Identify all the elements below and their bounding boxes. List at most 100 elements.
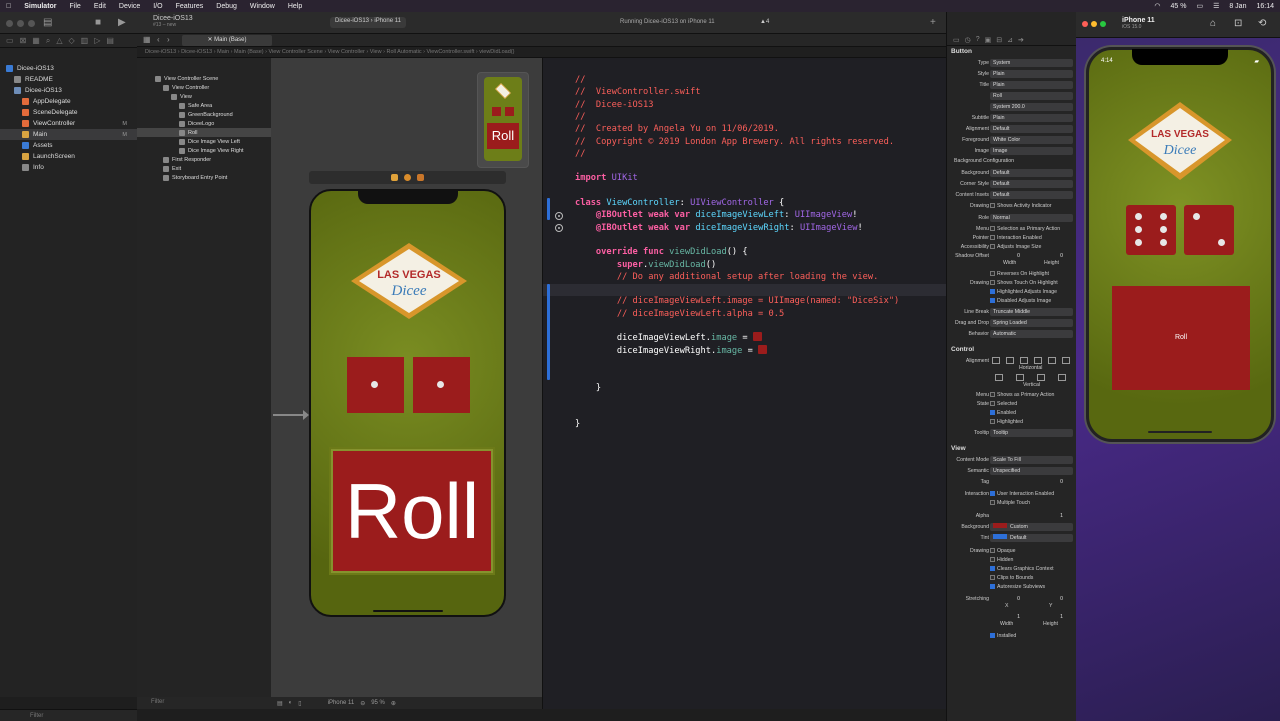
background-row[interactable]: Background Custom bbox=[947, 523, 1077, 532]
folder-icon[interactable]: ▭ bbox=[6, 36, 14, 45]
checkbox-icon[interactable] bbox=[990, 280, 995, 285]
checkbox-icon[interactable] bbox=[990, 500, 995, 505]
inspector-field[interactable]: Background Default bbox=[947, 169, 1077, 178]
stretching-x[interactable]: 0 bbox=[990, 595, 1030, 603]
inspector-field-value[interactable]: Roll bbox=[990, 92, 1073, 100]
code-line[interactable]: // Created by Angela Yu on 11/06/2019. bbox=[575, 123, 779, 135]
checkbox-icon[interactable] bbox=[990, 584, 995, 589]
inspector-check[interactable]: Clips to Bounds bbox=[947, 574, 1077, 583]
inspector-field-value[interactable]: System 200.0 bbox=[990, 103, 1073, 111]
device-selector[interactable]: iPhone 11 bbox=[328, 700, 355, 706]
outline-filter[interactable]: Filter bbox=[137, 697, 271, 709]
shadow-offset-height[interactable]: 0 bbox=[1033, 252, 1073, 260]
roll-button-frame[interactable]: Roll bbox=[329, 447, 495, 575]
code-line[interactable]: // diceImageViewLeft.image = UIImage(nam… bbox=[575, 295, 899, 307]
code-line[interactable]: diceImageViewRight.image = bbox=[575, 344, 768, 357]
inspector-check-checkbox[interactable]: Disabled Adjusts Image bbox=[990, 298, 1051, 304]
navigator-filter[interactable]: Filter bbox=[0, 709, 137, 721]
menu-file[interactable]: File bbox=[70, 3, 81, 10]
inspector-field[interactable]: Line Break Truncate Middle bbox=[947, 308, 1077, 317]
checkbox-icon[interactable] bbox=[990, 557, 995, 562]
inspector-field[interactable]: Foreground White Color bbox=[947, 136, 1077, 145]
roll-button[interactable]: Roll bbox=[333, 451, 491, 571]
sim-roll-button[interactable]: Roll bbox=[1112, 286, 1250, 390]
dice-image-view-left[interactable] bbox=[347, 357, 404, 413]
menu-io[interactable]: I/O bbox=[153, 3, 162, 10]
outlet-connection-icon[interactable] bbox=[555, 212, 563, 220]
inspector-check[interactable]: Pointer Interaction Enabled bbox=[947, 234, 1077, 243]
code-line[interactable]: // bbox=[575, 74, 585, 86]
checkbox-icon[interactable] bbox=[990, 392, 995, 397]
dice-image-view-right[interactable] bbox=[413, 357, 470, 413]
issue-icon[interactable]: △ bbox=[56, 36, 62, 45]
checkbox-icon[interactable] bbox=[990, 271, 995, 276]
inspector-check[interactable]: Highlighted Adjusts Image bbox=[947, 288, 1077, 297]
sim-home-indicator[interactable] bbox=[1148, 431, 1212, 433]
wifi-icon[interactable]: ◠ bbox=[1154, 2, 1160, 10]
code-line[interactable]: @IBOutlet weak var diceImageViewRight: U… bbox=[575, 222, 863, 234]
inspector-field-value[interactable]: Truncate Middle bbox=[990, 308, 1073, 316]
warning-count[interactable]: ▲4 bbox=[760, 19, 769, 25]
tint-row[interactable]: Tint Default bbox=[947, 534, 1077, 543]
alignment-option-icon[interactable] bbox=[1006, 357, 1014, 364]
alpha-value[interactable]: 1 bbox=[990, 512, 1073, 520]
sidebar-toggle-icon[interactable]: ▤ bbox=[43, 17, 52, 28]
inspector-check[interactable]: Menu Selection as Primary Action bbox=[947, 225, 1077, 234]
outline-item[interactable]: First Responder bbox=[137, 155, 271, 164]
code-line[interactable]: // bbox=[575, 111, 585, 123]
sim-close-button[interactable] bbox=[1082, 21, 1088, 27]
checkbox-icon[interactable] bbox=[990, 289, 995, 294]
inspector-check[interactable]: Multiple Touch bbox=[947, 499, 1077, 508]
code-line[interactable]: class ViewController: UIViewController { bbox=[575, 197, 784, 209]
device-icon[interactable]: ▯ bbox=[298, 700, 301, 707]
navigator-item[interactable]: Info bbox=[0, 162, 137, 173]
inspector-field-value[interactable]: Default bbox=[990, 169, 1073, 177]
inspector-check-checkbox[interactable]: Multiple Touch bbox=[990, 500, 1030, 506]
breakpoint-icon[interactable]: ▷ bbox=[94, 36, 100, 45]
checkbox-icon[interactable] bbox=[990, 203, 995, 208]
checkbox-icon[interactable] bbox=[990, 548, 995, 553]
checkbox-icon[interactable] bbox=[990, 633, 995, 638]
outline-item[interactable]: Storyboard Entry Point bbox=[137, 173, 271, 182]
home-icon[interactable]: ⌂ bbox=[1210, 18, 1216, 29]
outline-item[interactable]: DiceeLogo bbox=[137, 119, 271, 128]
outline-item[interactable]: Dice Image View Left bbox=[137, 137, 271, 146]
menu-debug[interactable]: Debug bbox=[216, 3, 237, 10]
change-bar-viewdidload[interactable] bbox=[547, 284, 550, 380]
close-window-button[interactable] bbox=[6, 20, 13, 27]
inspector-check-checkbox[interactable]: Hidden bbox=[990, 557, 1013, 563]
inspector-field[interactable]: System 200.0 bbox=[947, 103, 1077, 112]
inspector-check[interactable]: Clears Graphics Context bbox=[947, 565, 1077, 574]
checkbox-icon[interactable] bbox=[990, 244, 995, 249]
navigator-item[interactable]: LaunchScreen bbox=[0, 151, 137, 162]
navigator-item[interactable]: SceneDelegate bbox=[0, 107, 137, 118]
inspector-check[interactable]: Reverses On Highlight bbox=[947, 270, 1077, 279]
role-field[interactable]: Role Normal bbox=[947, 214, 1077, 223]
entry-point-arrow[interactable] bbox=[273, 410, 309, 420]
minimize-window-button[interactable] bbox=[17, 20, 24, 27]
checkbox-icon[interactable] bbox=[990, 226, 995, 231]
code-line[interactable]: // Dicee-iOS13 bbox=[575, 99, 653, 111]
tab-main-base[interactable]: ✕ Main (Base) bbox=[182, 35, 272, 46]
run-icon[interactable]: ▶ bbox=[118, 17, 126, 28]
battery-icon[interactable]: ▭ bbox=[1196, 2, 1203, 10]
inspector-field-value[interactable]: Plain bbox=[990, 70, 1073, 78]
inspector-field[interactable]: Semantic Unspecified bbox=[947, 467, 1077, 476]
outline-item[interactable]: View Controller bbox=[137, 83, 271, 92]
checkbox-icon[interactable] bbox=[990, 491, 995, 496]
navigator-item[interactable]: Dicee-iOS13 bbox=[0, 85, 137, 96]
inspector-check-checkbox[interactable]: Highlighted bbox=[990, 419, 1023, 425]
menu-features[interactable]: Features bbox=[176, 3, 204, 10]
inspector-check[interactable]: Drawing Opaque bbox=[947, 547, 1077, 556]
shadow-offset-width[interactable]: 0 bbox=[990, 252, 1030, 260]
inspector-check-checkbox[interactable]: Enabled bbox=[990, 410, 1016, 416]
inspector-field-value[interactable]: White Color bbox=[990, 136, 1073, 144]
checkbox-icon[interactable] bbox=[990, 575, 995, 580]
checkbox-icon[interactable] bbox=[990, 419, 995, 424]
inspector-field[interactable]: Content Mode Scale To Fill bbox=[947, 456, 1077, 465]
inspector-check-checkbox[interactable]: Highlighted Adjusts Image bbox=[990, 289, 1057, 295]
inspector-check-checkbox[interactable]: Clips to Bounds bbox=[990, 575, 1033, 581]
code-line[interactable]: // diceImageViewLeft.alpha = 0.5 bbox=[575, 308, 784, 320]
inspector-field[interactable]: Content Insets Default bbox=[947, 191, 1077, 200]
tooltip-field[interactable]: Tooltip Tooltip bbox=[947, 429, 1077, 438]
